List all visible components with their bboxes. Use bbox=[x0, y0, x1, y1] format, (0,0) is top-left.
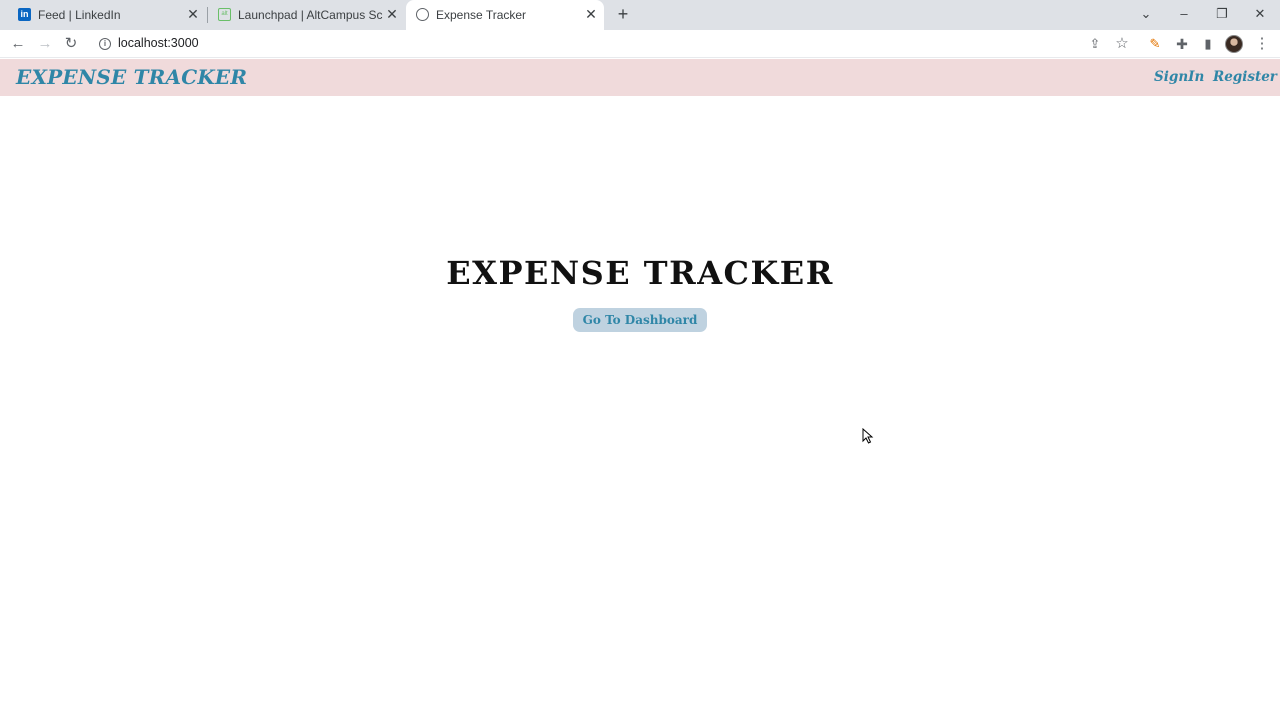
tab-title: Expense Tracker bbox=[436, 8, 527, 22]
reload-icon[interactable]: ↻ bbox=[61, 34, 81, 54]
address-bar[interactable]: localhost:3000 bbox=[118, 36, 199, 50]
browser-toolbar: ← → ↻ i localhost:3000 ⇪ ☆ ✎ ✚ ▮ ⋮ bbox=[0, 30, 1280, 58]
close-tab-icon[interactable]: ✕ bbox=[384, 6, 400, 22]
mouse-cursor-icon bbox=[862, 428, 874, 444]
color-picker-extension-icon[interactable]: ✎ bbox=[1145, 34, 1165, 54]
side-panel-icon[interactable]: ▮ bbox=[1198, 34, 1218, 54]
go-to-dashboard-button[interactable]: Go To Dashboard bbox=[573, 308, 707, 332]
more-menu-icon[interactable]: ⋮ bbox=[1252, 34, 1272, 54]
linkedin-icon: in bbox=[18, 8, 31, 21]
altcampus-icon: alt bbox=[218, 8, 231, 21]
signin-link[interactable]: SignIn bbox=[1154, 69, 1204, 85]
minimize-icon[interactable]: – bbox=[1172, 4, 1196, 24]
restore-icon[interactable]: ❐ bbox=[1210, 4, 1234, 24]
tab-altcampus[interactable]: alt Launchpad | AltCampus School - ✕ bbox=[208, 0, 406, 30]
close-tab-icon[interactable]: ✕ bbox=[583, 6, 599, 22]
tab-title: Feed | LinkedIn bbox=[38, 8, 121, 22]
globe-icon bbox=[416, 8, 429, 21]
close-tab-icon[interactable]: ✕ bbox=[185, 6, 201, 22]
extensions-puzzle-icon[interactable]: ✚ bbox=[1172, 34, 1192, 54]
register-link[interactable]: Register bbox=[1213, 69, 1277, 85]
new-tab-icon[interactable]: + bbox=[613, 4, 633, 24]
tab-title: Launchpad | AltCampus School - bbox=[238, 8, 383, 22]
bookmark-star-icon[interactable]: ☆ bbox=[1112, 34, 1132, 54]
tab-linkedin[interactable]: in Feed | LinkedIn ✕ bbox=[8, 0, 208, 30]
tab-search-icon[interactable]: ⌄ bbox=[1134, 4, 1158, 24]
share-icon[interactable]: ⇪ bbox=[1085, 34, 1105, 54]
site-info-icon[interactable]: i bbox=[99, 38, 111, 50]
browser-tab-strip: in Feed | LinkedIn ✕ alt Launchpad | Alt… bbox=[0, 0, 1280, 30]
back-icon[interactable]: ← bbox=[8, 34, 28, 54]
profile-avatar[interactable] bbox=[1225, 35, 1243, 53]
close-window-icon[interactable]: ✕ bbox=[1248, 4, 1272, 24]
tab-expense-tracker[interactable]: Expense Tracker ✕ bbox=[406, 0, 604, 30]
forward-icon[interactable]: → bbox=[35, 34, 55, 54]
hero-title: EXPENSE TRACKER bbox=[446, 254, 834, 292]
brand-logo-text[interactable]: EXPENSE TRACKER bbox=[16, 65, 247, 89]
app-navbar: EXPENSE TRACKER SignIn Register bbox=[0, 59, 1280, 96]
